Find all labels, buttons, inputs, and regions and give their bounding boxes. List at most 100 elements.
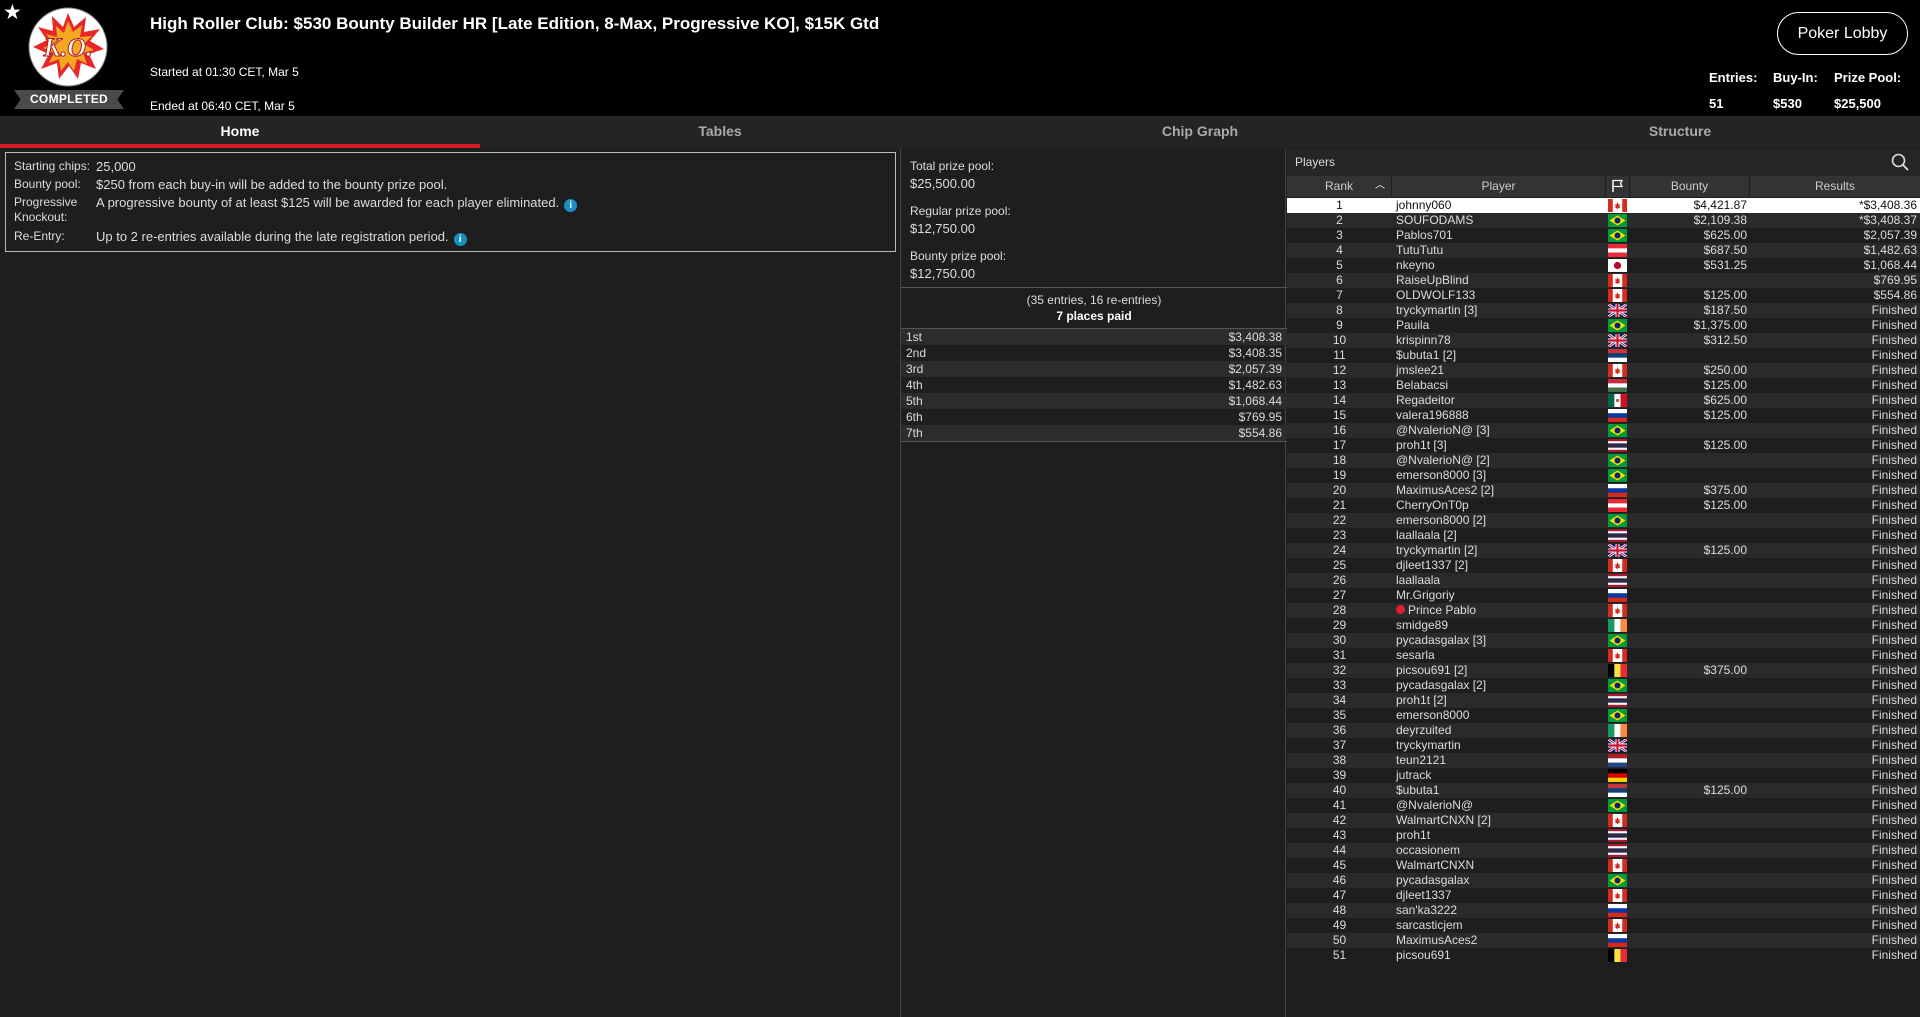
tab-tables[interactable]: Tables: [480, 116, 960, 148]
player-name: proh1t: [1396, 828, 1431, 842]
table-row[interactable]: 37 tryckymartin Finished: [1287, 738, 1920, 753]
player-rank: 47: [1332, 888, 1347, 902]
table-row[interactable]: 12 jmslee21 $250.00 Finished: [1287, 363, 1920, 378]
player-name-cell: pycadasgalax [3]: [1392, 633, 1606, 648]
table-row[interactable]: 15 valera196888 $125.00 Finished: [1287, 408, 1920, 423]
player-name: laallaala [2]: [1396, 528, 1457, 542]
player-name-cell: Pablos701: [1392, 228, 1606, 243]
table-row[interactable]: 48 san'ka3222 Finished: [1287, 903, 1920, 918]
player-rank: 34: [1332, 693, 1347, 707]
table-row[interactable]: 29 smidge89 Finished: [1287, 618, 1920, 633]
table-row[interactable]: 38 teun2121 Finished: [1287, 753, 1920, 768]
flag-rs-icon: [1608, 784, 1627, 797]
player-country: [1606, 363, 1630, 378]
table-row[interactable]: 28 Prince Pablo Finished: [1287, 603, 1920, 618]
player-bounty: $125.00: [1703, 288, 1747, 302]
table-row[interactable]: 47 djleet1337 Finished: [1287, 888, 1920, 903]
table-row[interactable]: 23 laallaala [2] Finished: [1287, 528, 1920, 543]
regular-prize-value: $12,750.00: [910, 221, 976, 236]
country-column-header[interactable]: [1606, 176, 1630, 197]
player-name-cell: tryckymartin [2]: [1392, 543, 1606, 558]
table-row[interactable]: 24 tryckymartin [2] $125.00 Finished: [1287, 543, 1920, 558]
table-row[interactable]: 8 tryckymartin [3] $187.50 Finished: [1287, 303, 1920, 318]
player-rank: 21: [1332, 498, 1347, 512]
player-name: johnny060: [1396, 198, 1452, 212]
table-row[interactable]: 45 WalmartCNXN Finished: [1287, 858, 1920, 873]
table-row[interactable]: 11 $ubuta1 [2] Finished: [1287, 348, 1920, 363]
player-country: [1606, 228, 1630, 243]
flag-gb-icon: [1608, 739, 1627, 752]
table-row[interactable]: 17 proh1t [3] $125.00 Finished: [1287, 438, 1920, 453]
player-name-cell: jmslee21: [1392, 363, 1606, 378]
sort-ascending-icon[interactable]: ︿: [1375, 176, 1385, 196]
table-row[interactable]: 41 @NvalerioN@ Finished: [1287, 798, 1920, 813]
table-row[interactable]: 44 occasionem Finished: [1287, 843, 1920, 858]
table-row[interactable]: 42 WalmartCNXN [2] Finished: [1287, 813, 1920, 828]
table-row[interactable]: 36 deyrzuited Finished: [1287, 723, 1920, 738]
info-icon[interactable]: i: [453, 233, 467, 246]
player-name-cell: OLDWOLF133: [1392, 288, 1606, 303]
player-name-cell: picsou691: [1392, 948, 1606, 963]
player-rank: 42: [1332, 813, 1347, 827]
results-column-header[interactable]: Results: [1750, 176, 1920, 197]
tab-home[interactable]: Home: [0, 116, 480, 148]
player-name: MaximusAces2 [2]: [1396, 483, 1495, 497]
flag-gb-icon: [1608, 544, 1627, 557]
favorite-star-icon[interactable]: ★: [3, 2, 22, 24]
bounty-column-header[interactable]: Bounty: [1630, 176, 1750, 197]
table-row[interactable]: 22 emerson8000 [2] Finished: [1287, 513, 1920, 528]
table-row[interactable]: 9 Pauila $1,375.00 Finished: [1287, 318, 1920, 333]
status-badge: COMPLETED: [14, 90, 124, 109]
table-row[interactable]: 51 picsou691 Finished: [1287, 948, 1920, 963]
table-row[interactable]: 18 @NvalerioN@ [2] Finished: [1287, 453, 1920, 468]
table-row[interactable]: 7 OLDWOLF133 $125.00 $554.86: [1287, 288, 1920, 303]
player-result: Finished: [1871, 903, 1917, 917]
table-row[interactable]: 10 krispinn78 $312.50 Finished: [1287, 333, 1920, 348]
player-country: [1606, 318, 1630, 333]
table-row[interactable]: 16 @NvalerioN@ [3] Finished: [1287, 423, 1920, 438]
table-row[interactable]: 5 nkeyno $531.25 $1,068.44: [1287, 258, 1920, 273]
entries-label: Entries:: [1709, 70, 1758, 85]
table-row[interactable]: 4 TutuTutu $687.50 $1,482.63: [1287, 243, 1920, 258]
table-row[interactable]: 19 emerson8000 [3] Finished: [1287, 468, 1920, 483]
table-row[interactable]: 49 sarcasticjem Finished: [1287, 918, 1920, 933]
table-row[interactable]: 1 johnny060 $4,421.87 *$3,408.36: [1287, 198, 1920, 213]
table-row[interactable]: 3 Pablos701 $625.00 $2,057.39: [1287, 228, 1920, 243]
table-row[interactable]: 25 djleet1337 [2] Finished: [1287, 558, 1920, 573]
flag-at-icon: [1608, 244, 1627, 257]
table-row[interactable]: 13 Belabacsi $125.00 Finished: [1287, 378, 1920, 393]
table-row[interactable]: 33 pycadasgalax [2] Finished: [1287, 678, 1920, 693]
ko-logo-icon: K.O.: [28, 7, 108, 87]
player-name: emerson8000 [3]: [1396, 468, 1487, 482]
table-row[interactable]: 46 pycadasgalax Finished: [1287, 873, 1920, 888]
player-name: proh1t [3]: [1396, 438, 1447, 452]
table-row[interactable]: 40 $ubuta1 $125.00 Finished: [1287, 783, 1920, 798]
poker-lobby-button[interactable]: Poker Lobby: [1777, 12, 1908, 55]
info-icon[interactable]: i: [564, 199, 578, 212]
player-name-cell: emerson8000 [3]: [1392, 468, 1606, 483]
table-row[interactable]: 39 jutrack Finished: [1287, 768, 1920, 783]
tab-chip-graph[interactable]: Chip Graph: [960, 116, 1440, 148]
rank-column-header[interactable]: Rank ︿: [1287, 176, 1392, 197]
table-row[interactable]: 20 MaximusAces2 [2] $375.00 Finished: [1287, 483, 1920, 498]
table-row[interactable]: 43 proh1t Finished: [1287, 828, 1920, 843]
table-row[interactable]: 50 MaximusAces2 Finished: [1287, 933, 1920, 948]
table-row[interactable]: 21 CherryOnT0p $125.00 Finished: [1287, 498, 1920, 513]
table-row[interactable]: 14 Regadeitor $625.00 Finished: [1287, 393, 1920, 408]
table-row[interactable]: 27 Mr.Grigoriy Finished: [1287, 588, 1920, 603]
table-row[interactable]: 6 RaiseUpBlind $769.95: [1287, 273, 1920, 288]
player-name: WalmartCNXN [2]: [1396, 813, 1491, 827]
table-row[interactable]: 32 picsou691 [2] $375.00 Finished: [1287, 663, 1920, 678]
table-row[interactable]: 34 proh1t [2] Finished: [1287, 693, 1920, 708]
table-row[interactable]: 2 SOUFODAMS $2,109.38 *$3,408.37: [1287, 213, 1920, 228]
player-country: [1606, 933, 1630, 948]
player-bounty: $125.00: [1703, 783, 1747, 797]
player-column-header[interactable]: Player: [1392, 176, 1606, 197]
table-row[interactable]: 30 pycadasgalax [3] Finished: [1287, 633, 1920, 648]
table-row[interactable]: 26 laallaala Finished: [1287, 573, 1920, 588]
search-icon[interactable]: [1890, 152, 1910, 172]
table-row[interactable]: 35 emerson8000 Finished: [1287, 708, 1920, 723]
tab-structure[interactable]: Structure: [1440, 116, 1920, 148]
player-bounty: $1,375.00: [1693, 318, 1747, 332]
table-row[interactable]: 31 sesarla Finished: [1287, 648, 1920, 663]
